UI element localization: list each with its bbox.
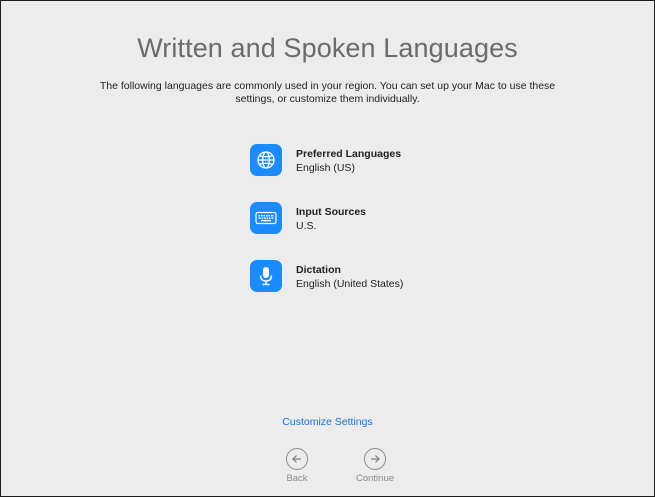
continue-button[interactable]: Continue xyxy=(345,448,405,484)
back-label: Back xyxy=(286,473,308,484)
page-title: Written and Spoken Languages xyxy=(137,33,518,63)
description-line-1: The following languages are commonly use… xyxy=(99,80,556,92)
preferred-languages-value: English (US) xyxy=(296,162,355,174)
description-line-2: settings, or customize them individually… xyxy=(235,93,420,105)
input-sources-title: Input Sources xyxy=(296,206,367,218)
microphone-icon xyxy=(250,260,282,292)
back-button[interactable]: Back xyxy=(267,448,327,484)
page-description: The following languages are commonly use… xyxy=(81,80,574,106)
keyboard-icon xyxy=(250,202,282,234)
dictation-title: Dictation xyxy=(296,264,341,276)
arrow-right-icon xyxy=(364,448,386,470)
setup-assistant-window: Written and Spoken Languages The followi… xyxy=(0,0,655,497)
arrow-left-icon xyxy=(286,448,308,470)
preferred-languages-title: Preferred Languages xyxy=(296,148,402,160)
dictation-value: English (United States) xyxy=(296,278,404,290)
customize-settings-link[interactable]: Customize Settings xyxy=(1,416,654,428)
globe-icon xyxy=(250,144,282,176)
input-sources-value: U.S. xyxy=(296,220,317,232)
continue-label: Continue xyxy=(355,473,395,484)
